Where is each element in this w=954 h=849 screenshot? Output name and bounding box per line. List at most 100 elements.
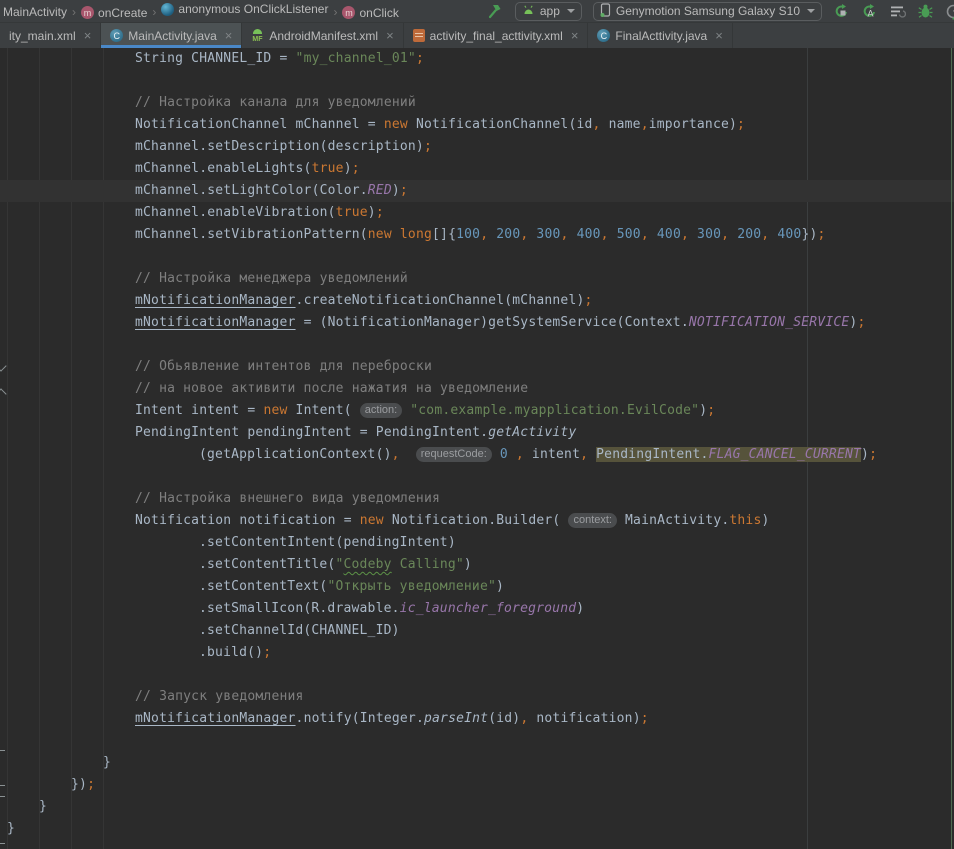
code-segment: Codeby [344,557,392,572]
profiler-lines-icon[interactable] [889,3,906,20]
breadcrumb-item[interactable]: monCreate [81,6,147,20]
build-hammer-icon[interactable] [487,3,504,20]
code-line[interactable]: }); [0,774,954,796]
code-line[interactable] [0,466,954,488]
code-line[interactable]: PendingIntent pendingIntent = PendingInt… [0,422,954,444]
fold-marker-icon[interactable] [0,834,5,844]
android-app-icon [522,4,535,18]
code-line[interactable]: Intent intent = new Intent( action: "com… [0,400,954,422]
code-segment: new [368,227,392,242]
code-line[interactable]: Notification notification = new Notifica… [0,510,954,532]
parameter-hint-chip: action: [360,403,402,418]
code-segment: // Настройка канала для уведомлений [135,95,416,110]
breadcrumb-label: MainActivity [3,5,67,19]
method-icon: m [342,6,355,19]
code-segment: , [641,117,649,132]
code-area[interactable]: String CHANNEL_ID = "my_channel_01"; // Н… [0,48,954,840]
code-segment: // Настройка менеджера уведомлений [135,271,408,286]
tab-label: activity_final_acttivity.xml [430,29,563,43]
code-line[interactable]: mChannel.setVibrationPattern(new long[]{… [0,224,954,246]
editor-tab[interactable]: ity_main.xml × [0,23,101,48]
fold-marker-icon[interactable] [0,750,5,760]
code-line[interactable]: } [0,818,954,840]
editor-tab[interactable]: CFinalActtivity.java× [588,23,732,48]
code-segment: new [384,117,408,132]
code-line[interactable]: mNotificationManager.createNotificationC… [0,290,954,312]
code-line[interactable]: .setContentText("Открыть уведомление") [0,576,954,598]
code-segment: notification) [528,711,640,726]
code-segment: .setChannelId(CHANNEL_ID) [199,623,400,638]
code-line[interactable] [0,246,954,268]
code-line[interactable]: mNotificationManager.notify(Integer.pars… [0,708,954,730]
code-segment: .setContentTitle( [199,557,335,572]
code-line[interactable]: String CHANNEL_ID = "my_channel_01"; [0,48,954,70]
fold-marker-icon[interactable] [0,796,5,806]
tab-close-icon[interactable]: × [84,28,92,43]
code-line[interactable]: mNotificationManager = (NotificationMana… [0,312,954,334]
tab-label: FinalActtivity.java [615,29,707,43]
code-line[interactable]: .setContentIntent(pendingIntent) [0,532,954,554]
code-segment: NotificationChannel mChannel = [135,117,384,132]
code-line[interactable] [0,70,954,92]
code-line[interactable]: NotificationChannel mChannel = new Notif… [0,114,954,136]
code-line[interactable]: .setChannelId(CHANNEL_ID) [0,620,954,642]
code-line[interactable]: // Настройка менеджера уведомлений [0,268,954,290]
tab-close-icon[interactable]: × [715,28,723,43]
code-line[interactable]: mChannel.enableVibration(true); [0,202,954,224]
tab-close-icon[interactable]: × [386,28,394,43]
editor-tab[interactable]: MFAndroidManifest.xml× [242,23,403,48]
code-segment: , [681,227,689,242]
code-segment [492,447,500,462]
breadcrumb-item[interactable]: monClick [342,6,398,20]
run-config-selector[interactable]: app [515,2,582,21]
code-editor[interactable]: String CHANNEL_ID = "my_channel_01"; // Н… [0,48,954,849]
breadcrumb-item[interactable]: MainActivity [3,5,67,19]
xml-file-icon [413,29,425,42]
code-segment: .setContentIntent(pendingIntent) [199,535,456,550]
breadcrumb-item[interactable]: anonymous OnClickListener [161,2,328,16]
code-line[interactable]: .setContentTitle("Codeby Calling") [0,554,954,576]
apply-changes-icon[interactable] [833,3,850,20]
code-segment: long [400,227,432,242]
code-line[interactable]: // Настройка внешнего вида уведомления [0,488,954,510]
code-line[interactable]: mChannel.setLightColor(Color.RED); [0,180,954,202]
code-line[interactable]: mChannel.setDescription(description); [0,136,954,158]
attach-profiler-icon[interactable] [945,3,954,20]
device-selector[interactable]: Genymotion Samsung Galaxy S10 [593,2,822,21]
code-line[interactable]: .build(); [0,642,954,664]
code-segment: , [593,117,601,132]
code-segment: , [601,227,609,242]
code-line[interactable]: // Настройка канала для уведомлений [0,92,954,114]
code-segment: new [360,513,384,528]
editor-tab[interactable]: CMainActivity.java× [101,23,242,48]
code-line[interactable]: } [0,796,954,818]
code-line[interactable]: // на новое активити после нажатия на ув… [0,378,954,400]
code-line[interactable]: .setSmallIcon(R.drawable.ic_launcher_for… [0,598,954,620]
code-line[interactable]: } [0,752,954,774]
fold-marker-icon[interactable] [0,776,5,786]
code-line[interactable] [0,334,954,356]
manifest-file-icon: MF [251,29,264,42]
code-segment [392,227,400,242]
code-line[interactable]: mChannel.enableLights(true); [0,158,954,180]
tab-close-icon[interactable]: × [225,28,233,43]
code-line[interactable] [0,664,954,686]
code-segment: , [721,227,729,242]
code-segment: // Запуск уведомления [135,689,304,704]
code-line[interactable]: (getApplicationContext(), requestCode: 0… [0,444,954,466]
code-segment: PendingIntent pendingIntent = PendingInt… [135,425,488,440]
tab-close-icon[interactable]: × [571,28,579,43]
debug-icon[interactable] [917,3,934,20]
code-segment: mNotificationManager [135,315,296,330]
code-segment: ) [496,579,504,594]
apply-code-changes-icon[interactable]: A [861,3,878,20]
breadcrumb-separator-icon: › [333,5,337,19]
tab-label: MainActivity.java [128,29,216,43]
code-line[interactable] [0,730,954,752]
tab-label: ity_main.xml [9,29,76,43]
code-line[interactable]: // Запуск уведомления [0,686,954,708]
editor-tab[interactable]: activity_final_acttivity.xml × [404,23,589,48]
code-line[interactable]: // Обьявление интентов для переброски [0,356,954,378]
code-segment: mNotificationManager [135,293,296,308]
code-segment: .build() [199,645,263,660]
